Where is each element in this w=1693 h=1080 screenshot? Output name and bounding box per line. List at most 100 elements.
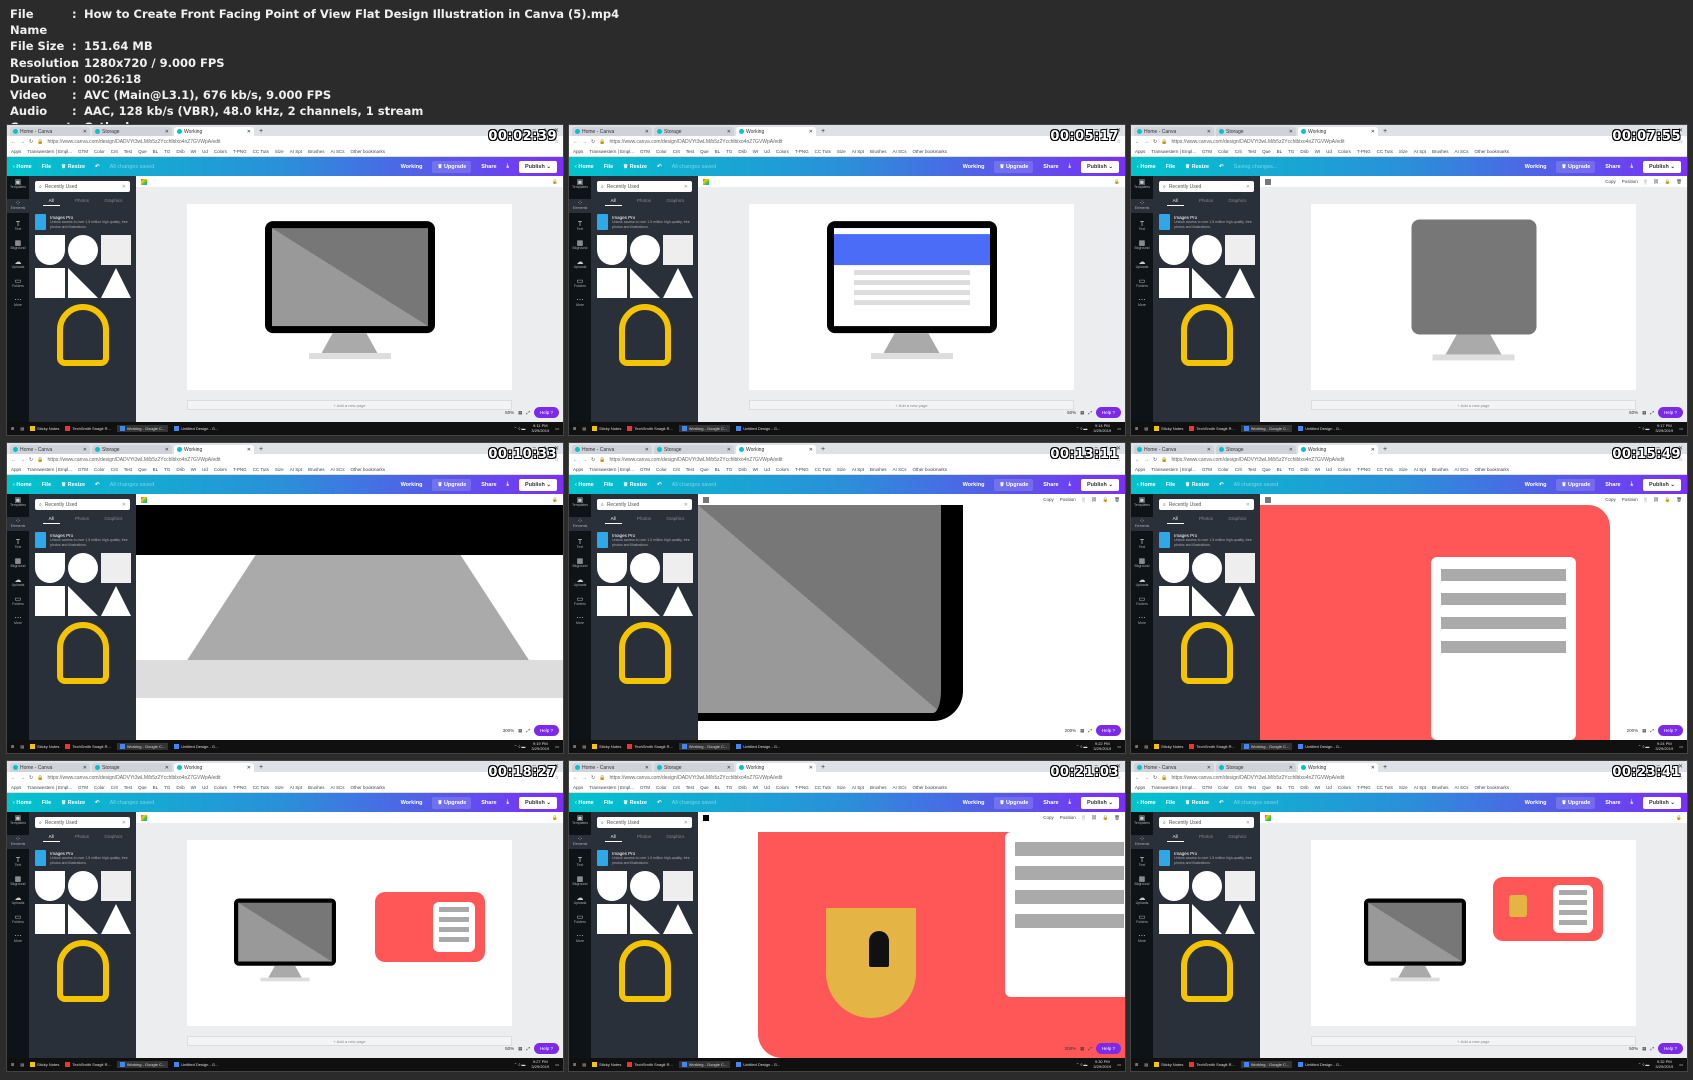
share-button[interactable]: Share [1605, 800, 1620, 806]
grid-view-icon[interactable]: ▦ [518, 728, 522, 734]
lock-element-icon[interactable]: 🔒 [1665, 179, 1671, 185]
trash-icon[interactable]: 🗑 [1676, 179, 1682, 185]
home-button[interactable]: ‹ Home [1137, 482, 1156, 488]
bookmark-item[interactable]: GTM [1202, 467, 1212, 472]
rail-item-more[interactable]: ⋯ More [14, 933, 22, 944]
close-tab-icon[interactable]: ✕ [165, 765, 169, 771]
rail-item-folders[interactable]: ▭ Folders [574, 596, 586, 607]
taskbar-app[interactable]: TechSmith Snagit R... [1189, 1062, 1235, 1067]
link-icon[interactable]: ⛓ [1653, 179, 1659, 185]
help-button[interactable]: Help ? [1095, 725, 1121, 736]
elements-search-input[interactable]: ⌕ Recently Used ✕ [35, 181, 130, 192]
shape-element[interactable] [1159, 586, 1189, 616]
link-icon[interactable]: ⛓ [1091, 497, 1097, 503]
taskbar-app[interactable]: Working - Google C... [1240, 425, 1293, 432]
shape-element[interactable] [68, 268, 98, 298]
rail-item-text[interactable]: T Text [1139, 221, 1145, 232]
bookmark-item[interactable]: Test [686, 785, 694, 790]
doc-title[interactable]: Working [963, 164, 985, 170]
taskbar-app[interactable]: Sticky Notes [30, 744, 59, 749]
bookmark-item[interactable]: Other bookmarks [1474, 467, 1509, 472]
bookmark-item[interactable]: Other bookmarks [350, 785, 385, 790]
shape-element[interactable] [1192, 553, 1222, 583]
windows-start-icon[interactable]: ⊞ [11, 1062, 14, 1067]
panel-tab-graphics[interactable]: Graphics [104, 198, 122, 206]
bookmark-item[interactable]: Crit [1235, 785, 1242, 790]
shape-element[interactable] [1159, 904, 1189, 934]
rail-item-elements[interactable]: ⁘ Elements [569, 199, 591, 213]
bookmark-item[interactable]: Apps [573, 785, 583, 790]
bookmark-item[interactable]: Drib [738, 467, 746, 472]
new-tab-button[interactable]: + [1380, 763, 1387, 772]
bookmark-item[interactable]: Brushes [870, 149, 887, 154]
close-tab-icon[interactable]: ✕ [809, 765, 813, 771]
browser-tab[interactable]: Working ✕ [736, 127, 816, 136]
bookmark-item[interactable]: BL [1277, 785, 1283, 790]
bookmark-item[interactable]: AI Spt [852, 149, 864, 154]
bookmark-item[interactable]: AI Spt [290, 149, 302, 154]
bookmark-item[interactable]: Brushes [870, 785, 887, 790]
rail-item-text[interactable]: T Text [1139, 539, 1145, 550]
taskbar-app[interactable]: Untitled Design - G... [174, 1062, 218, 1067]
bookmark-item[interactable]: Color [656, 149, 667, 154]
panel-tab-photos[interactable]: Photos [75, 834, 89, 842]
browser-tab[interactable]: Home - Canva ✕ [10, 445, 90, 454]
elements-search-input[interactable]: ⌕ Recently Used ✕ [1159, 817, 1254, 828]
close-tab-icon[interactable]: ✕ [1289, 129, 1293, 135]
shape-element[interactable] [663, 235, 693, 265]
rail-item-templates[interactable]: ▣ Templates [1134, 815, 1150, 826]
color-picker-icon[interactable] [1265, 814, 1271, 821]
doc-title[interactable]: Working [1525, 164, 1547, 170]
taskbar-app[interactable]: Sticky Notes [592, 1062, 621, 1067]
taskbar-app[interactable]: Working - Google C... [116, 425, 169, 432]
help-button[interactable]: Help ? [1657, 725, 1683, 736]
undo-icon[interactable]: ↶ [657, 800, 662, 806]
new-tab-button[interactable]: + [256, 763, 263, 772]
upgrade-button[interactable]: ♛ Upgrade [1556, 160, 1596, 173]
forward-icon[interactable]: → [582, 457, 587, 463]
clear-search-icon[interactable]: ✕ [684, 184, 688, 190]
panel-tab-graphics[interactable]: Graphics [1228, 834, 1246, 842]
taskbar-app[interactable]: TechSmith Snagit R... [1189, 426, 1235, 431]
add-page-button[interactable]: + Add a new page [749, 400, 1074, 410]
download-icon[interactable]: ⤓ [507, 799, 509, 806]
notifications-icon[interactable]: ▭ [1679, 1062, 1683, 1067]
notifications-icon[interactable]: ▭ [555, 426, 559, 431]
file-explorer-icon[interactable]: ▤ [582, 1062, 586, 1067]
grid-view-icon[interactable]: ▦ [518, 410, 522, 416]
taskbar-app[interactable]: Working - Google C... [1240, 743, 1293, 750]
close-tab-icon[interactable]: ✕ [247, 765, 251, 771]
design-page[interactable] [187, 204, 512, 390]
grid-view-icon[interactable]: ▦ [1642, 1046, 1646, 1052]
shape-element[interactable] [1192, 268, 1222, 298]
lock-element-icon[interactable]: 🔒 [1103, 815, 1109, 821]
bookmark-item[interactable]: Color [656, 785, 667, 790]
rail-item-text[interactable]: T Text [1139, 857, 1145, 868]
bookmark-item[interactable]: Colors [214, 785, 227, 790]
bookmark-item[interactable]: T-PNG [1357, 785, 1371, 790]
shape-element[interactable] [1225, 553, 1255, 583]
upgrade-button[interactable]: ♛ Upgrade [432, 478, 472, 491]
rail-item-more[interactable]: ⋯ More [1138, 615, 1146, 626]
shape-element[interactable] [630, 871, 660, 901]
bookmark-item[interactable]: AI SCs [1454, 149, 1468, 154]
url-field[interactable]: https://www.canva.com/design/DADVYt3wLM/… [609, 775, 1112, 781]
shape-element[interactable] [1192, 586, 1222, 616]
taskbar-app[interactable]: TechSmith Snagit R... [65, 744, 111, 749]
lightbulb-graphic-icon[interactable] [618, 304, 671, 366]
images-pro-promo[interactable]: Images Pro Unlock access to over 1.5 mill… [1159, 850, 1254, 866]
file-menu[interactable]: File [1166, 800, 1175, 806]
rail-item-elements[interactable]: ⁘ Elements [7, 199, 29, 213]
url-field[interactable]: https://www.canva.com/design/DADVYt3wLM/… [609, 139, 1112, 145]
file-menu[interactable]: File [604, 482, 613, 488]
bookmark-item[interactable]: Que [138, 785, 147, 790]
position-button[interactable]: Position [1060, 497, 1076, 502]
rail-item-folders[interactable]: ▭ Folders [12, 914, 24, 925]
shape-element[interactable] [68, 586, 98, 616]
images-pro-promo[interactable]: Images Pro Unlock access to over 1.5 mill… [35, 850, 130, 866]
windows-start-icon[interactable]: ⊞ [1135, 1062, 1138, 1067]
add-page-button[interactable]: + Add a new page [187, 400, 512, 410]
system-tray-icons[interactable]: ⌃ ◊ ▬ [1638, 744, 1650, 749]
doc-title[interactable]: Working [401, 482, 423, 488]
bookmark-item[interactable]: GTM [640, 785, 650, 790]
